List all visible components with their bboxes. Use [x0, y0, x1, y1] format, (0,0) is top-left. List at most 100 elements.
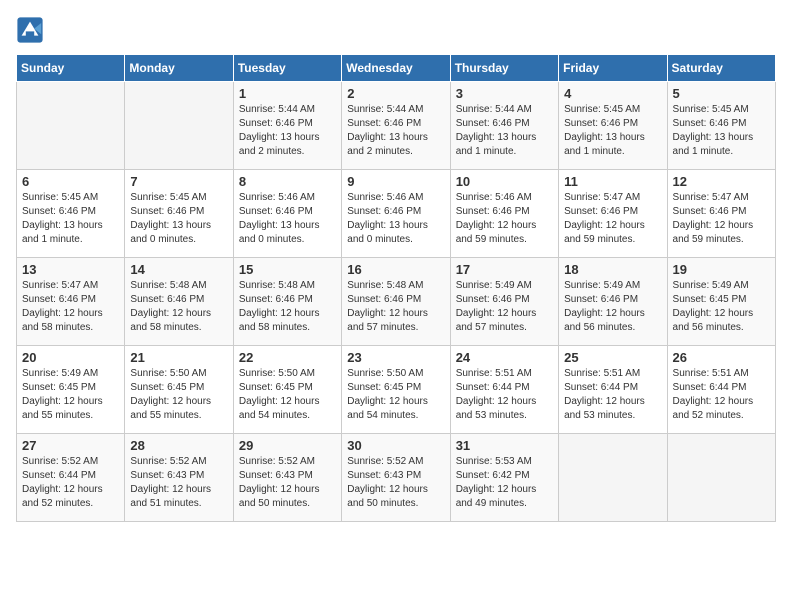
day-number: 7: [130, 174, 227, 189]
day-number: 19: [673, 262, 770, 277]
day-info: Sunrise: 5:53 AM Sunset: 6:42 PM Dayligh…: [456, 455, 553, 511]
day-cell: 22 Sunrise: 5:50 AM Sunset: 6:45 PM Dayli…: [233, 346, 341, 434]
day-number: 18: [564, 262, 661, 277]
calendar-body: 1 Sunrise: 5:44 AM Sunset: 6:46 PM Daylig…: [17, 82, 776, 522]
day-cell: 13 Sunrise: 5:47 AM Sunset: 6:46 PM Dayli…: [17, 258, 125, 346]
day-cell: 5 Sunrise: 5:45 AM Sunset: 6:46 PM Daylig…: [667, 82, 775, 170]
day-headers-row: SundayMondayTuesdayWednesdayThursdayFrid…: [17, 55, 776, 82]
day-header-friday: Friday: [559, 55, 667, 82]
day-cell: 23 Sunrise: 5:50 AM Sunset: 6:45 PM Dayli…: [342, 346, 450, 434]
day-cell: 9Sunrise: 5:46 AM Sunset: 6:46 PM Daylig…: [342, 170, 450, 258]
day-number: 28: [130, 438, 227, 453]
day-cell: 19 Sunrise: 5:49 AM Sunset: 6:45 PM Dayli…: [667, 258, 775, 346]
day-info: Sunrise: 5:44 AM Sunset: 6:46 PM Dayligh…: [347, 103, 444, 159]
day-number: 15: [239, 262, 336, 277]
day-info: Sunrise: 5:52 AM Sunset: 6:44 PM Dayligh…: [22, 455, 119, 511]
day-info: Sunrise: 5:45 AM Sunset: 6:46 PM Dayligh…: [130, 191, 227, 247]
day-cell: 20 Sunrise: 5:49 AM Sunset: 6:45 PM Dayli…: [17, 346, 125, 434]
day-number: 30: [347, 438, 444, 453]
day-info: Sunrise: 5:48 AM Sunset: 6:46 PM Dayligh…: [130, 279, 227, 335]
day-header-thursday: Thursday: [450, 55, 558, 82]
week-row-4: 27 Sunrise: 5:52 AM Sunset: 6:44 PM Dayli…: [17, 434, 776, 522]
day-cell: 25 Sunrise: 5:51 AM Sunset: 6:44 PM Dayli…: [559, 346, 667, 434]
day-cell: 31Sunrise: 5:53 AM Sunset: 6:42 PM Dayli…: [450, 434, 558, 522]
week-row-2: 13 Sunrise: 5:47 AM Sunset: 6:46 PM Dayli…: [17, 258, 776, 346]
day-number: 25: [564, 350, 661, 365]
logo: [16, 16, 48, 44]
day-header-monday: Monday: [125, 55, 233, 82]
day-header-sunday: Sunday: [17, 55, 125, 82]
day-cell: 21 Sunrise: 5:50 AM Sunset: 6:45 PM Dayli…: [125, 346, 233, 434]
day-info: Sunrise: 5:49 AM Sunset: 6:45 PM Dayligh…: [22, 367, 119, 423]
day-number: 10: [456, 174, 553, 189]
day-number: 5: [673, 86, 770, 101]
day-info: Sunrise: 5:50 AM Sunset: 6:45 PM Dayligh…: [130, 367, 227, 423]
day-info: Sunrise: 5:44 AM Sunset: 6:46 PM Dayligh…: [239, 103, 336, 159]
day-info: Sunrise: 5:51 AM Sunset: 6:44 PM Dayligh…: [564, 367, 661, 423]
calendar-table: SundayMondayTuesdayWednesdayThursdayFrid…: [16, 54, 776, 522]
day-cell: 16Sunrise: 5:48 AM Sunset: 6:46 PM Dayli…: [342, 258, 450, 346]
day-cell: 12Sunrise: 5:47 AM Sunset: 6:46 PM Dayli…: [667, 170, 775, 258]
day-info: Sunrise: 5:50 AM Sunset: 6:45 PM Dayligh…: [347, 367, 444, 423]
day-number: 8: [239, 174, 336, 189]
day-info: Sunrise: 5:47 AM Sunset: 6:46 PM Dayligh…: [22, 279, 119, 335]
day-info: Sunrise: 5:45 AM Sunset: 6:46 PM Dayligh…: [673, 103, 770, 159]
day-cell: 17 Sunrise: 5:49 AM Sunset: 6:46 PM Dayli…: [450, 258, 558, 346]
day-info: Sunrise: 5:51 AM Sunset: 6:44 PM Dayligh…: [673, 367, 770, 423]
day-cell: 1 Sunrise: 5:44 AM Sunset: 6:46 PM Daylig…: [233, 82, 341, 170]
day-number: 26: [673, 350, 770, 365]
day-header-tuesday: Tuesday: [233, 55, 341, 82]
day-cell: 10 Sunrise: 5:46 AM Sunset: 6:46 PM Dayli…: [450, 170, 558, 258]
day-cell: 27 Sunrise: 5:52 AM Sunset: 6:44 PM Dayli…: [17, 434, 125, 522]
day-cell: 7 Sunrise: 5:45 AM Sunset: 6:46 PM Daylig…: [125, 170, 233, 258]
day-number: 21: [130, 350, 227, 365]
week-row-3: 20 Sunrise: 5:49 AM Sunset: 6:45 PM Dayli…: [17, 346, 776, 434]
day-header-saturday: Saturday: [667, 55, 775, 82]
day-number: 27: [22, 438, 119, 453]
day-info: Sunrise: 5:52 AM Sunset: 6:43 PM Dayligh…: [347, 455, 444, 511]
day-info: Sunrise: 5:52 AM Sunset: 6:43 PM Dayligh…: [239, 455, 336, 511]
page-header: [16, 16, 776, 44]
day-header-wednesday: Wednesday: [342, 55, 450, 82]
day-info: Sunrise: 5:49 AM Sunset: 6:45 PM Dayligh…: [673, 279, 770, 335]
day-number: 20: [22, 350, 119, 365]
day-number: 22: [239, 350, 336, 365]
day-info: Sunrise: 5:50 AM Sunset: 6:45 PM Dayligh…: [239, 367, 336, 423]
day-cell: 8Sunrise: 5:46 AM Sunset: 6:46 PM Daylig…: [233, 170, 341, 258]
day-cell: 2Sunrise: 5:44 AM Sunset: 6:46 PM Daylig…: [342, 82, 450, 170]
day-cell: 24Sunrise: 5:51 AM Sunset: 6:44 PM Dayli…: [450, 346, 558, 434]
day-info: Sunrise: 5:46 AM Sunset: 6:46 PM Dayligh…: [347, 191, 444, 247]
day-cell: 6Sunrise: 5:45 AM Sunset: 6:46 PM Daylig…: [17, 170, 125, 258]
day-number: 17: [456, 262, 553, 277]
day-cell: [559, 434, 667, 522]
day-number: 13: [22, 262, 119, 277]
day-cell: [125, 82, 233, 170]
day-info: Sunrise: 5:45 AM Sunset: 6:46 PM Dayligh…: [22, 191, 119, 247]
day-info: Sunrise: 5:48 AM Sunset: 6:46 PM Dayligh…: [347, 279, 444, 335]
week-row-0: 1 Sunrise: 5:44 AM Sunset: 6:46 PM Daylig…: [17, 82, 776, 170]
day-number: 11: [564, 174, 661, 189]
day-cell: 26 Sunrise: 5:51 AM Sunset: 6:44 PM Dayli…: [667, 346, 775, 434]
day-number: 1: [239, 86, 336, 101]
day-cell: 29 Sunrise: 5:52 AM Sunset: 6:43 PM Dayli…: [233, 434, 341, 522]
day-cell: 11 Sunrise: 5:47 AM Sunset: 6:46 PM Dayli…: [559, 170, 667, 258]
day-cell: 14 Sunrise: 5:48 AM Sunset: 6:46 PM Dayli…: [125, 258, 233, 346]
day-info: Sunrise: 5:49 AM Sunset: 6:46 PM Dayligh…: [456, 279, 553, 335]
day-number: 23: [347, 350, 444, 365]
day-info: Sunrise: 5:48 AM Sunset: 6:46 PM Dayligh…: [239, 279, 336, 335]
day-cell: [17, 82, 125, 170]
day-info: Sunrise: 5:51 AM Sunset: 6:44 PM Dayligh…: [456, 367, 553, 423]
day-cell: 18Sunrise: 5:49 AM Sunset: 6:46 PM Dayli…: [559, 258, 667, 346]
calendar-header: SundayMondayTuesdayWednesdayThursdayFrid…: [17, 55, 776, 82]
day-info: Sunrise: 5:46 AM Sunset: 6:46 PM Dayligh…: [456, 191, 553, 247]
day-number: 14: [130, 262, 227, 277]
day-number: 3: [456, 86, 553, 101]
day-info: Sunrise: 5:52 AM Sunset: 6:43 PM Dayligh…: [130, 455, 227, 511]
day-cell: 30 Sunrise: 5:52 AM Sunset: 6:43 PM Dayli…: [342, 434, 450, 522]
day-cell: 28 Sunrise: 5:52 AM Sunset: 6:43 PM Dayli…: [125, 434, 233, 522]
day-info: Sunrise: 5:47 AM Sunset: 6:46 PM Dayligh…: [564, 191, 661, 247]
day-info: Sunrise: 5:45 AM Sunset: 6:46 PM Dayligh…: [564, 103, 661, 159]
logo-icon: [16, 16, 44, 44]
day-number: 29: [239, 438, 336, 453]
day-info: Sunrise: 5:44 AM Sunset: 6:46 PM Dayligh…: [456, 103, 553, 159]
